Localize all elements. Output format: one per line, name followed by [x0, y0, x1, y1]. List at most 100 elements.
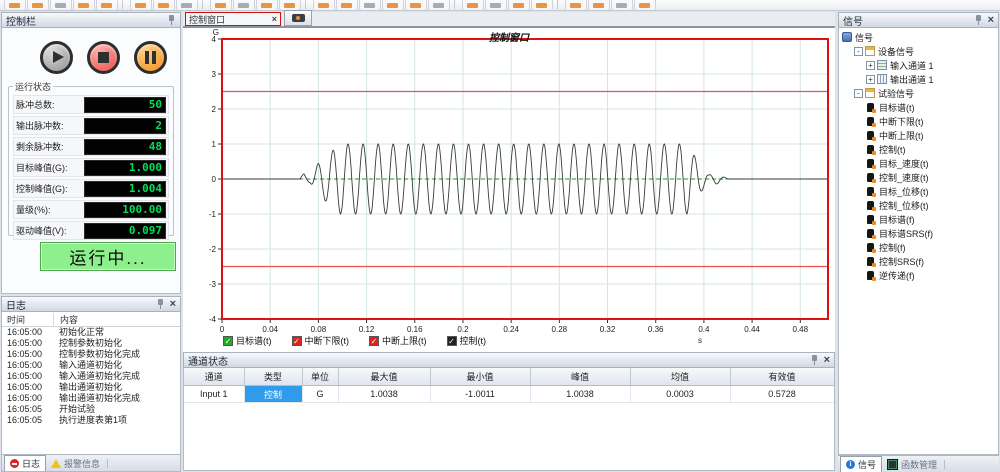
tree-item[interactable]: 控制(t): [842, 142, 998, 156]
tree-item[interactable]: 控制_速度(t): [842, 170, 998, 184]
pin-icon[interactable]: [168, 15, 176, 25]
tree-item[interactable]: 目标谱SRS(f): [842, 226, 998, 240]
tree-item[interactable]: 信号: [842, 30, 998, 44]
log-entry[interactable]: 16:05:00输入通道初始化: [2, 360, 180, 371]
log-entry[interactable]: 16:05:00输出通道初始化: [2, 382, 180, 393]
channel-table-row[interactable]: Input 1控制G1.0038-1.00111.00380.00030.572…: [184, 386, 834, 403]
legend-item[interactable]: ✓中断下限(t): [292, 334, 350, 347]
legend-checkbox[interactable]: ✓: [292, 336, 302, 346]
toolbar-button[interactable]: [153, 0, 175, 11]
toolbar-button[interactable]: [27, 0, 49, 11]
toolbar-button[interactable]: [256, 0, 278, 11]
legend-item[interactable]: ✓控制(t): [447, 334, 487, 347]
close-icon[interactable]: ×: [170, 299, 176, 309]
channel-table-header[interactable]: 均值: [630, 368, 730, 386]
tab-alarm-info[interactable]: 报警信息: [46, 456, 105, 471]
tree-item[interactable]: 逆传递(f): [842, 268, 998, 282]
tab-signal[interactable]: i 信号: [840, 456, 882, 472]
toolbar-button[interactable]: [336, 0, 358, 11]
toolbar-button[interactable]: [588, 0, 610, 11]
folder-icon: [865, 46, 875, 56]
toolbar-button[interactable]: [4, 0, 26, 11]
channel-table-header[interactable]: 有效值: [730, 368, 834, 386]
toolbar-button[interactable]: [611, 0, 633, 11]
toolbar-button[interactable]: [382, 0, 404, 11]
tree-item[interactable]: 目标谱(t): [842, 100, 998, 114]
close-icon[interactable]: ×: [988, 15, 994, 25]
toolbar-button[interactable]: [634, 0, 656, 11]
log-entry-time: 16:05:00: [2, 327, 53, 338]
chart-canvas[interactable]: 00.040.080.120.160.20.240.280.320.360.40…: [183, 28, 835, 352]
running-status-button[interactable]: 运行中...: [40, 242, 176, 271]
channel-table-header[interactable]: 单位: [302, 368, 338, 386]
toolbar-button[interactable]: [485, 0, 507, 11]
legend-item[interactable]: ✓目标谱(t): [223, 334, 272, 347]
channel-table-header[interactable]: 峰值: [530, 368, 630, 386]
channel-table-header[interactable]: 最大值: [338, 368, 430, 386]
tree-item[interactable]: 中断下限(t): [842, 114, 998, 128]
log-panel-titlebar: 日志 ×: [1, 296, 181, 312]
channel-table-header[interactable]: 类型: [244, 368, 302, 386]
toolbar-button[interactable]: [313, 0, 335, 11]
stop-icon: [98, 52, 109, 63]
tree-item[interactable]: 控制(f): [842, 240, 998, 254]
control-panel-title: 控制栏: [6, 13, 36, 28]
svg-text:s: s: [698, 336, 702, 345]
toolbar-button[interactable]: [210, 0, 232, 11]
tree-item[interactable]: 目标_速度(t): [842, 156, 998, 170]
close-icon[interactable]: ×: [824, 355, 830, 365]
log-entry[interactable]: 16:05:05开始试验: [2, 404, 180, 415]
pause-button[interactable]: [134, 41, 167, 74]
log-entry[interactable]: 16:05:00输入通道初始化完成: [2, 371, 180, 382]
toolbar-button[interactable]: [405, 0, 427, 11]
log-entry[interactable]: 16:05:00控制参数初始化: [2, 338, 180, 349]
toolbar-button[interactable]: [233, 0, 255, 11]
play-button[interactable]: [40, 41, 73, 74]
tree-item[interactable]: 控制SRS(f): [842, 254, 998, 268]
log-entry[interactable]: 16:05:00控制参数初始化完成: [2, 349, 180, 360]
snapshot-tab[interactable]: [284, 10, 312, 26]
expand-icon[interactable]: +: [866, 75, 875, 84]
pin-icon[interactable]: [975, 15, 983, 25]
log-entry[interactable]: 16:05:00初始化正常: [2, 327, 180, 338]
tree-item[interactable]: +输入通道 1: [842, 58, 998, 72]
toolbar-button[interactable]: [73, 0, 95, 11]
tree-item[interactable]: 目标谱(f): [842, 212, 998, 226]
toolbar-button[interactable]: [50, 0, 72, 11]
toolbar-button[interactable]: [531, 0, 553, 11]
toolbar-button[interactable]: [508, 0, 530, 11]
toolbar-button[interactable]: [176, 0, 198, 11]
tree-item[interactable]: 目标_位移(t): [842, 184, 998, 198]
tree-item[interactable]: 中断上限(t): [842, 128, 998, 142]
legend-checkbox[interactable]: ✓: [447, 336, 457, 346]
toolbar-button[interactable]: [565, 0, 587, 11]
tab-function-manager[interactable]: 函数管理: [882, 457, 942, 472]
legend-checkbox[interactable]: ✓: [369, 336, 379, 346]
log-entry[interactable]: 16:05:05执行进度表第1项: [2, 415, 180, 426]
expand-icon[interactable]: +: [866, 61, 875, 70]
toolbar-button[interactable]: [428, 0, 450, 11]
toolbar-button[interactable]: [96, 0, 118, 11]
control-panel-titlebar: 控制栏: [1, 12, 181, 28]
tab-log[interactable]: 日志: [4, 455, 46, 471]
tree-item[interactable]: 控制_位移(t): [842, 198, 998, 212]
collapse-icon[interactable]: -: [854, 47, 863, 56]
stop-button[interactable]: [87, 41, 120, 74]
collapse-icon[interactable]: -: [854, 89, 863, 98]
toolbar-button[interactable]: [130, 0, 152, 11]
toolbar-button[interactable]: [462, 0, 484, 11]
tree-item[interactable]: +输出通道 1: [842, 72, 998, 86]
legend-item[interactable]: ✓中断上限(t): [369, 334, 427, 347]
run-status-group-title: 运行状态: [13, 80, 53, 93]
tree-item[interactable]: -设备信号: [842, 44, 998, 58]
tab-control-window[interactable]: 控制窗口 ×: [185, 12, 281, 26]
legend-checkbox[interactable]: ✓: [223, 336, 233, 346]
channel-table-header[interactable]: 通道: [184, 368, 244, 386]
tree-item[interactable]: -试验信号: [842, 86, 998, 100]
pin-icon[interactable]: [157, 299, 165, 309]
tab-close-icon[interactable]: ×: [272, 14, 277, 24]
toolbar-button[interactable]: [359, 0, 381, 11]
log-entry[interactable]: 16:05:00输出通道初始化完成: [2, 393, 180, 404]
pin-icon[interactable]: [811, 355, 819, 365]
channel-table-header[interactable]: 最小值: [430, 368, 530, 386]
